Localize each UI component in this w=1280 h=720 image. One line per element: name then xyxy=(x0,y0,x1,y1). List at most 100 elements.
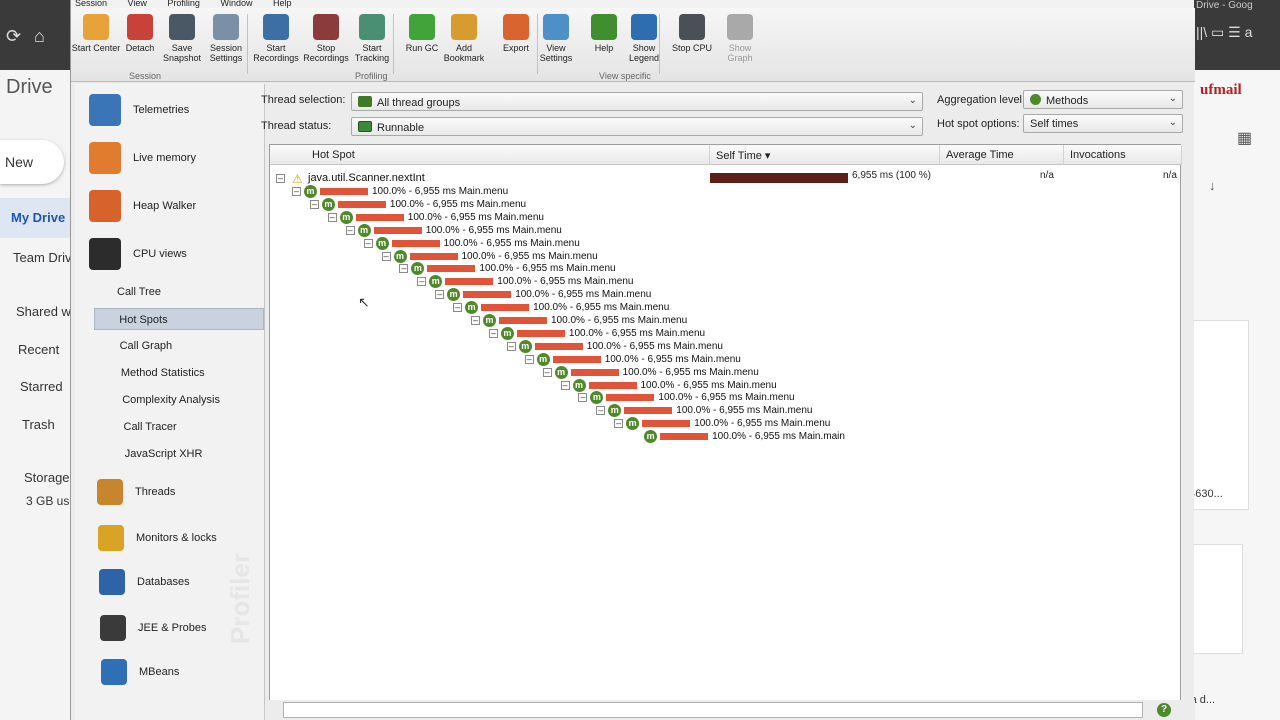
toolbar-button-label: View Settings xyxy=(539,43,573,63)
menu-view[interactable]: View xyxy=(128,0,147,8)
collapse-toggle-icon[interactable]: – xyxy=(614,419,624,429)
collapse-toggle-icon[interactable]: – xyxy=(596,406,606,416)
collapse-toggle-icon[interactable]: – xyxy=(506,341,516,351)
table-row[interactable]: – m 100.0% - 6,955 ms Main.menu xyxy=(560,378,861,392)
stop-recordings-button[interactable]: Stop Recordings xyxy=(301,14,351,63)
browser-tab[interactable]: Drive - Goog xyxy=(1196,0,1280,14)
table-row[interactable]: – m 100.0% - 6,955 ms Main.menu xyxy=(417,275,717,289)
view-filter-input[interactable] xyxy=(283,702,1143,718)
show-legend-button[interactable]: Show Legend xyxy=(619,14,669,63)
start-recordings-button[interactable]: Start Recordings xyxy=(251,14,301,63)
column-invocations[interactable]: Invocations xyxy=(1064,145,1182,165)
sidebar-subitem-hot-spots[interactable]: Hot Spots xyxy=(94,308,265,330)
menu-profiling[interactable]: Profiling xyxy=(167,0,200,8)
sort-arrow-icon[interactable]: ↓ xyxy=(1209,178,1216,193)
sidebar-subitem-call-tracer[interactable]: Call Tracer xyxy=(100,416,270,438)
method-icon: m xyxy=(536,352,550,366)
table-row[interactable]: – m 100.0% - 6,955 ms Main.menu xyxy=(471,314,771,327)
column-self-time[interactable]: Self Time ▾ xyxy=(710,145,940,165)
drive-nav-trash[interactable]: Trash xyxy=(22,417,55,432)
collapse-toggle-icon[interactable]: – xyxy=(399,264,409,274)
menu-window[interactable]: Window xyxy=(220,0,252,8)
table-row[interactable]: – m 100.0% - 6,955 ms Main.menu xyxy=(292,185,592,198)
drive-nav-starred[interactable]: Starred xyxy=(20,379,63,394)
reload-icon[interactable]: ⟳ xyxy=(6,26,21,47)
sidebar-item-heap-walker[interactable]: Heap Walker xyxy=(89,186,263,226)
table-row[interactable]: – m 100.0% - 6,955 ms Main.menu xyxy=(488,326,789,340)
percentage-bar xyxy=(570,368,619,376)
collapse-toggle-icon[interactable]: – xyxy=(435,290,445,300)
percentage-bar xyxy=(642,420,691,428)
sidebar-item-threads[interactable]: Threads xyxy=(97,472,271,512)
collapse-toggle-icon[interactable]: – xyxy=(327,212,337,222)
collapse-toggle-icon[interactable]: – xyxy=(417,277,427,287)
collapse-toggle-icon[interactable]: – xyxy=(578,393,588,403)
table-row[interactable]: – m 100.0% - 6,955 ms Main.menu xyxy=(578,391,878,405)
table-row[interactable]: – m 100.0% - 6,955 ms Main.menu xyxy=(614,417,914,431)
collapse-toggle-icon[interactable]: – xyxy=(345,225,355,235)
aggregation-level-combo[interactable]: Methods ⌄ xyxy=(1023,90,1183,109)
collapse-toggle-icon[interactable]: – xyxy=(524,354,534,364)
thread-selection-combo[interactable]: All thread groups ⌄ xyxy=(351,92,923,111)
help-icon[interactable]: ? xyxy=(1157,703,1171,717)
bookmark-icon xyxy=(451,14,477,40)
menu-session[interactable]: Session xyxy=(75,0,107,8)
collapse-toggle-icon[interactable]: – xyxy=(292,187,301,196)
show-graph-button[interactable]: Show Graph xyxy=(715,14,765,63)
thread-status-combo[interactable]: Runnable ⌄ xyxy=(351,117,923,136)
sidebar-item-mbeans[interactable]: MBeans xyxy=(101,652,275,692)
sidebar-item-cpu-views[interactable]: CPU views xyxy=(89,234,263,274)
row-label: 100.0% - 6,955 ms Main.menu xyxy=(389,198,527,210)
drive-nav-my-drive[interactable]: My Drive xyxy=(0,198,72,238)
sidebar-subitem-call-graph[interactable]: Call Graph xyxy=(96,335,266,357)
table-row[interactable]: – m 100.0% - 6,955 ms Main.menu xyxy=(399,262,699,276)
save-snapshot-button[interactable]: Save Snapshot xyxy=(157,14,207,63)
collapse-toggle-icon[interactable]: – xyxy=(363,238,373,248)
table-row[interactable]: – m 100.0% - 6,955 ms Main.menu xyxy=(542,365,843,379)
sidebar-item-telemetries[interactable]: Telemetries xyxy=(89,90,263,130)
table-row[interactable]: – m 100.0% - 6,955 ms Main.menu xyxy=(309,197,610,211)
start-center-button[interactable]: Start Center xyxy=(71,14,121,53)
column-average-time[interactable]: Average Time xyxy=(940,145,1064,165)
table-row[interactable]: – m 100.0% - 6,955 ms Main.menu xyxy=(435,288,735,302)
grid-view-icon[interactable]: ▦ xyxy=(1237,128,1252,148)
collapse-toggle-icon[interactable]: – xyxy=(381,251,391,261)
new-button[interactable]: New xyxy=(0,140,64,184)
collapse-toggle-icon[interactable]: – xyxy=(309,199,319,209)
table-row[interactable]: – m 100.0% - 6,955 ms Main.menu xyxy=(506,339,807,353)
sidebar-subitem-javascript-xhr[interactable]: JavaScript XHR xyxy=(101,443,271,465)
toolbar-group-label: Session xyxy=(129,71,162,81)
stop-cpu-button[interactable]: Stop CPU xyxy=(667,14,717,53)
hotspot-options-combo[interactable]: Self times ⌄ xyxy=(1023,114,1183,133)
collapse-toggle-icon[interactable]: – xyxy=(488,328,498,338)
start-tracking-button[interactable]: Start Tracking xyxy=(347,14,397,63)
home-icon[interactable]: ⌂ xyxy=(34,26,45,47)
collapse-toggle-icon[interactable]: – xyxy=(560,380,570,390)
toolbar-group-label: Profiling xyxy=(355,71,388,81)
browser-extension-icons[interactable]: ||\ ▭ ☰ a xyxy=(1196,24,1280,41)
drive-nav-recent[interactable]: Recent xyxy=(18,342,59,357)
add-bookmark-button[interactable]: Add Bookmark xyxy=(439,14,489,63)
run-gc-icon xyxy=(409,14,435,40)
table-row[interactable]: – m 100.0% - 6,955 ms Main.menu xyxy=(381,249,682,263)
table-row[interactable]: – m 100.0% - 6,955 ms Main.menu xyxy=(345,223,646,237)
table-row[interactable]: m 100.0% - 6,955 ms Main.main xyxy=(632,430,932,444)
collapse-toggle-icon[interactable]: – xyxy=(453,303,463,313)
sidebar-subitem-method-statistics[interactable]: Method Statistics xyxy=(97,362,267,384)
table-row[interactable]: – m 100.0% - 6,955 ms Main.menu xyxy=(596,404,896,418)
sidebar-subitem-call-tree[interactable]: Call Tree xyxy=(93,281,263,303)
sidebar-subitem-complexity-analysis[interactable]: Complexity Analysis xyxy=(98,389,268,411)
session-settings-button[interactable]: Session Settings xyxy=(201,14,251,63)
view-settings-button[interactable]: View Settings xyxy=(531,14,581,63)
table-row[interactable]: – m 100.0% - 6,955 ms Main.menu xyxy=(327,210,628,224)
collapse-toggle-icon[interactable]: – xyxy=(542,367,552,377)
row-label: 100.0% - 6,955 ms Main.menu xyxy=(372,186,509,197)
table-row[interactable]: – m 100.0% - 6,955 ms Main.menu xyxy=(363,236,664,250)
menu-help[interactable]: Help xyxy=(273,0,292,8)
table-row[interactable]: – m 100.0% - 6,955 ms Main.menu xyxy=(524,352,825,366)
collapse-toggle-icon[interactable]: – xyxy=(276,174,285,183)
table-row[interactable]: – m 100.0% - 6,955 ms Main.menu xyxy=(453,301,753,315)
column-hot-spot[interactable]: Hot Spot xyxy=(270,145,710,165)
sidebar-item-live-memory[interactable]: Live memory xyxy=(89,138,263,178)
collapse-toggle-icon[interactable]: – xyxy=(471,316,480,325)
